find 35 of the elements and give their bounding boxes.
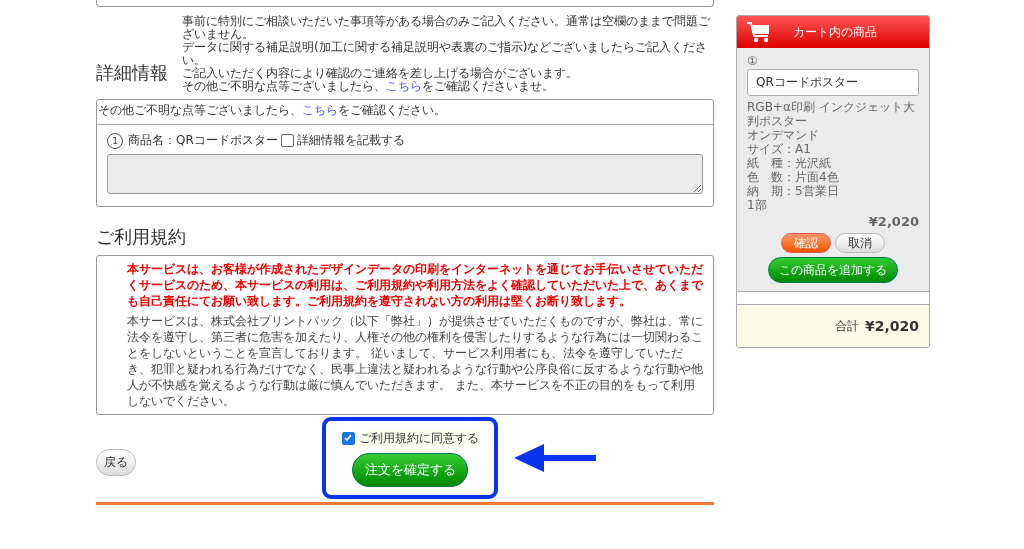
total-label: 合計 xyxy=(834,317,859,335)
add-item-button[interactable]: この商品を追加する xyxy=(768,257,898,283)
section-heading: ご利用規約 xyxy=(96,225,187,249)
price: ¥2,020 xyxy=(867,214,919,229)
checkbox-label: 詳細情報を記載する xyxy=(296,132,405,149)
spec-text: サイズ：A1 xyxy=(747,142,812,156)
back-button[interactable]: 戻る xyxy=(96,448,136,476)
section-heading: 詳細情報 xyxy=(96,61,169,85)
spec-text: オンデマンド xyxy=(747,128,820,142)
cart-title: カート内の商品 xyxy=(793,23,877,41)
product-name: 商品名：QRコードポスター xyxy=(128,132,278,149)
cancel-button[interactable]: 取消 xyxy=(835,233,885,253)
note-text: ご記入いただく内容により確認のご連絡を差し上げる場合がございます。 xyxy=(182,67,579,80)
terms-text: 本サービスは、株式会社プリントパック（以下「弊社」）が提供させていただくものですが、弊社は、常に法令を遵守し、第三者に危害を加えたり、人権その他の権利を侵害したりするような行為には一切関わることをしないということを宣言しております。 従いまして、サービス利用者にも、法令を遵守していただき、犯罪と疑われる行為だけでなく、民事上違法と疑われるような行動や公序良俗に反するような行動や他人が不快感を覚えるような行動は厳に慎んでいただきます。 また、本サービスを不正の目的をもって利用しないでください。 xyxy=(127,313,703,409)
spec-text: RGB+α印刷 インクジェット大判ポスター xyxy=(747,100,916,128)
spec-text: 紙 種：光沢紙 xyxy=(747,156,832,170)
warning-text: 本サービスは、お客様が作成されたデザインデータの印刷をインターネットを通じてお手伝いさせていただくサービスのため、本サービスの利用は、ご利用規約や利用方法をよく確認していただいた上で、あくまでも自己責任にてお願い致します。ご利用規約を遵守されない方の利用は堅くお断り致します。 xyxy=(127,261,703,309)
note-text: 事前に特別にご相談いただいた事項等がある場合のみご記入ください。通常は空欄のままで問題ございません。 xyxy=(182,15,711,41)
note-text: その他ご不明な点等ございましたら、こちら をご確認くださいませ。 xyxy=(182,80,555,93)
link[interactable]: こちら xyxy=(386,79,422,93)
details-textarea[interactable] xyxy=(107,154,703,194)
checkbox[interactable] xyxy=(341,431,355,445)
link[interactable]: こちら xyxy=(302,103,338,117)
arrow-icon xyxy=(514,443,596,473)
spec-text: 色 数：片面4色 xyxy=(747,170,840,184)
checkbox[interactable] xyxy=(280,134,294,147)
confirm-order-button[interactable]: 注文を確定する xyxy=(352,452,468,487)
total-price: ¥2,020 xyxy=(864,318,919,334)
spec-text: 1部 xyxy=(747,198,768,212)
note-text: データに関する補足説明(加工に関する補足説明や表裏のご指示)などございましたらご記入ください。 xyxy=(182,41,709,67)
spec-text: 納 期：5営業日 xyxy=(747,184,840,198)
item-number: ① xyxy=(747,54,759,68)
intro-text: その他ご不明な点等ございましたら、こちら をご確認ください。 xyxy=(97,100,713,125)
product-name-field: QRコードポスター xyxy=(747,69,919,96)
checkbox-label: ご利用規約に同意する xyxy=(358,429,479,447)
